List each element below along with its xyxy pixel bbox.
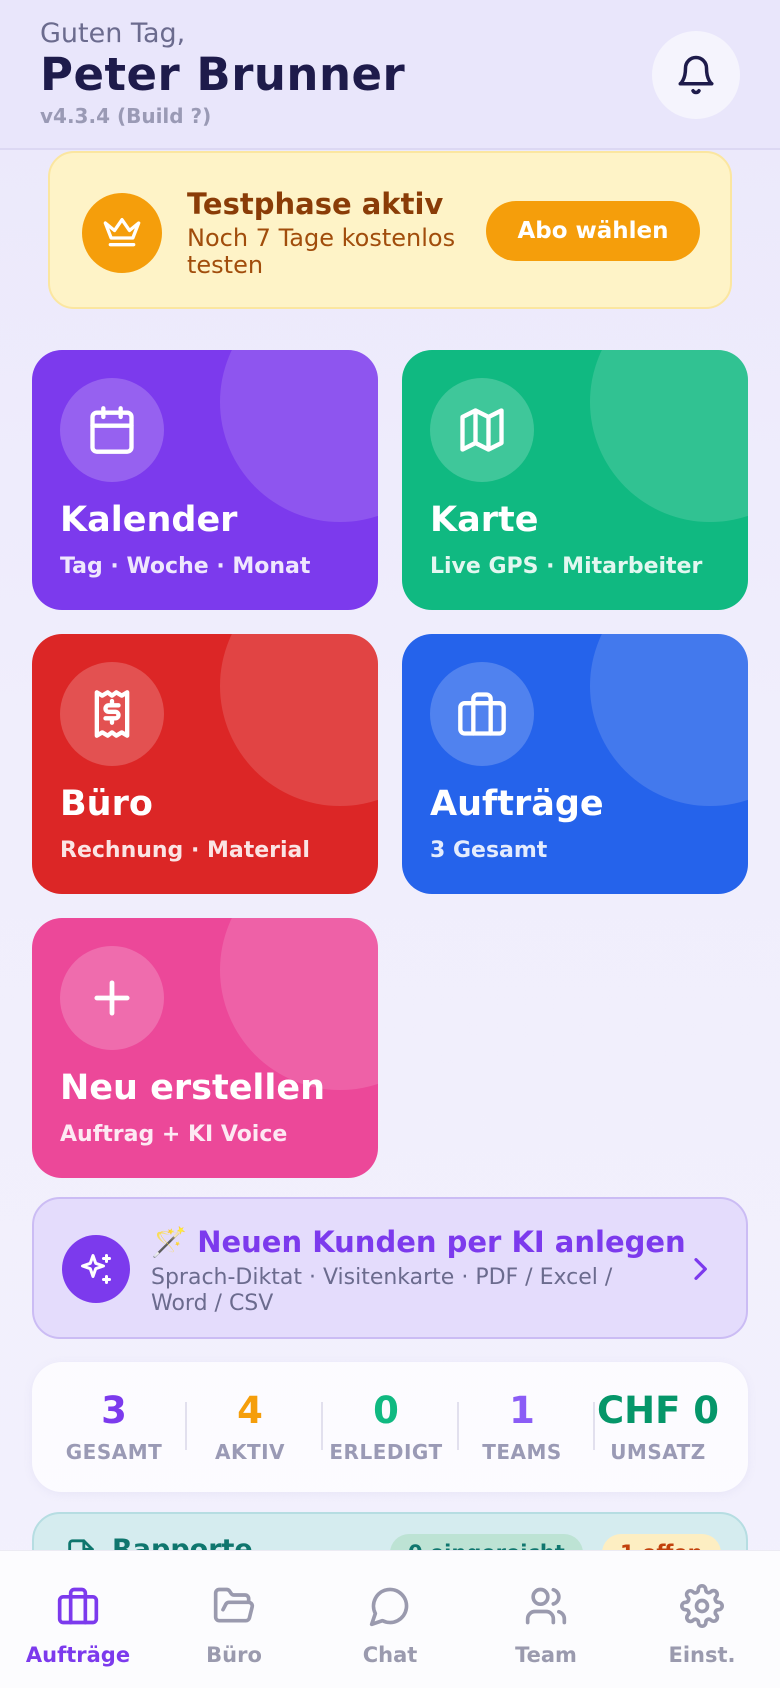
user-name: Peter Brunner	[40, 48, 406, 101]
tile-title: Neu erstellen	[60, 1068, 326, 1108]
tile-decoration	[220, 634, 378, 806]
stat-total: 3 GESAMT	[46, 1389, 182, 1465]
chevron-right-icon	[694, 1258, 707, 1280]
stat-done: 0 ERLEDIGT	[318, 1389, 454, 1465]
stat-value: 4	[237, 1389, 263, 1432]
users-icon	[521, 1581, 571, 1631]
bell-icon	[678, 55, 714, 95]
map-icon	[430, 378, 534, 482]
sparkles-icon	[62, 1235, 130, 1303]
tile-subtitle: 3 Gesamt	[430, 838, 548, 863]
stat-revenue: CHF 0 UMSATZ	[590, 1389, 726, 1465]
tile-title: Kalender	[60, 500, 238, 540]
chat-icon	[365, 1581, 415, 1631]
greeting-text: Guten Tag,	[40, 18, 186, 49]
stat-label: GESAMT	[65, 1440, 163, 1464]
ai-card-subtitle: Sprach-Diktat · Visitenkarte · PDF / Exc…	[151, 1265, 613, 1316]
stat-label: ERLEDIGT	[329, 1440, 443, 1464]
folder-icon	[209, 1581, 259, 1631]
nav-settings[interactable]: Einst.	[624, 1551, 780, 1688]
stat-value: CHF 0	[596, 1389, 720, 1432]
nav-orders[interactable]: Aufträge	[0, 1551, 156, 1688]
bottom-navigation: Aufträge Büro Chat Team Einst.	[0, 1550, 780, 1688]
receipt-icon	[60, 662, 164, 766]
briefcase-icon	[430, 662, 534, 766]
trial-banner: Testphase aktiv Noch 7 Tage kostenlos te…	[48, 151, 732, 309]
tile-decoration	[590, 634, 748, 806]
stat-value: 1	[509, 1389, 535, 1432]
crown-icon	[82, 193, 162, 273]
app-version: v4.3.4 (Build ?)	[40, 104, 212, 128]
tile-orders[interactable]: Aufträge 3 Gesamt	[402, 634, 748, 894]
stat-active: 4 AKTIV	[182, 1389, 318, 1465]
tile-decoration	[220, 918, 378, 1090]
notifications-button[interactable]	[652, 31, 740, 119]
choose-subscription-button[interactable]: Abo wählen	[486, 201, 700, 261]
briefcase-icon	[53, 1581, 103, 1631]
nav-label: Chat	[362, 1643, 418, 1667]
nav-label: Einst.	[668, 1643, 736, 1667]
tile-subtitle: Auftrag + KI Voice	[60, 1122, 288, 1147]
tile-subtitle: Tag · Woche · Monat	[60, 554, 311, 579]
tile-subtitle: Rechnung · Material	[60, 838, 310, 863]
tile-office[interactable]: Büro Rechnung · Material	[32, 634, 378, 894]
tile-title: Aufträge	[430, 784, 604, 824]
stat-label: UMSATZ	[610, 1440, 706, 1464]
tile-map[interactable]: Karte Live GPS · Mitarbeiter	[402, 350, 748, 610]
tile-decoration	[220, 350, 378, 522]
ai-new-customer-card[interactable]: 🪄 Neuen Kunden per KI anlegen Sprach-Dik…	[32, 1197, 748, 1339]
tile-create-new[interactable]: Neu erstellen Auftrag + KI Voice	[32, 918, 378, 1178]
tile-title: Karte	[430, 500, 539, 540]
nav-label: Büro	[206, 1643, 262, 1667]
stat-value: 3	[101, 1389, 127, 1432]
plus-icon	[60, 946, 164, 1050]
gear-icon	[677, 1581, 727, 1631]
nav-chat[interactable]: Chat	[312, 1551, 468, 1688]
nav-label: Team	[515, 1643, 577, 1667]
tile-subtitle: Live GPS · Mitarbeiter	[430, 554, 703, 579]
nav-label: Aufträge	[25, 1643, 131, 1667]
nav-team[interactable]: Team	[468, 1551, 624, 1688]
stats-summary: 3 GESAMT 4 AKTIV 0 ERLEDIGT 1 TEAMS CHF …	[32, 1362, 748, 1492]
nav-office[interactable]: Büro	[156, 1551, 312, 1688]
trial-subtitle: Noch 7 Tage kostenlos testen	[187, 224, 456, 279]
trial-title: Testphase aktiv	[187, 187, 444, 221]
stat-label: TEAMS	[482, 1440, 562, 1464]
stat-teams: 1 TEAMS	[454, 1389, 590, 1465]
stat-label: AKTIV	[214, 1440, 286, 1464]
stat-value: 0	[373, 1389, 399, 1432]
tile-calendar[interactable]: Kalender Tag · Woche · Monat	[32, 350, 378, 610]
tile-decoration	[590, 350, 748, 522]
ai-card-title: 🪄 Neuen Kunden per KI anlegen	[151, 1225, 686, 1259]
app-header: Guten Tag, Peter Brunner v4.3.4 (Build ?…	[0, 0, 780, 150]
tile-title: Büro	[60, 784, 153, 824]
calendar-icon	[60, 378, 164, 482]
